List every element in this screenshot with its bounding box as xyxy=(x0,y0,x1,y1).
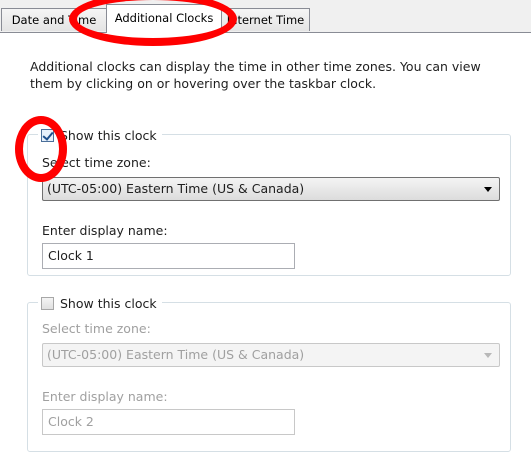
clock1-name-input[interactable]: Clock 1 xyxy=(42,243,295,269)
clock2-show-label: Show this clock xyxy=(60,295,157,311)
chevron-down-icon xyxy=(484,353,492,358)
clock1-group: Show this clock Select time zone: (UTC-0… xyxy=(27,125,511,276)
clock1-show-toggle[interactable]: Show this clock xyxy=(38,125,162,145)
clock2-show-toggle[interactable]: Show this clock xyxy=(38,293,162,313)
clock2-timezone-label: Select time zone: xyxy=(42,321,151,336)
description-text: Additional clocks can display the time i… xyxy=(30,59,481,91)
tab-date-and-time[interactable]: Date and Time xyxy=(1,8,107,31)
clock1-timezone-label: Select time zone: xyxy=(42,155,151,170)
chevron-down-icon xyxy=(484,187,492,192)
tab-strip: Date and Time Additional Clocks Internet… xyxy=(0,0,531,33)
clock1-name-label: Enter display name: xyxy=(42,223,168,238)
clock1-timezone-value: (UTC-05:00) Eastern Time (US & Canada) xyxy=(47,181,305,196)
clock2-timezone-value: (UTC-05:00) Eastern Time (US & Canada) xyxy=(47,347,305,362)
clock2-name-input[interactable]: Clock 2 xyxy=(42,409,295,435)
clock2-timezone-select[interactable]: (UTC-05:00) Eastern Time (US & Canada) xyxy=(42,343,500,367)
clock1-show-checkbox[interactable] xyxy=(41,128,54,142)
tab-additional-clocks[interactable]: Additional Clocks xyxy=(106,4,222,33)
clock2-name-label: Enter display name: xyxy=(42,389,168,404)
clock2-group: Show this clock Select time zone: (UTC-0… xyxy=(27,293,511,452)
clock1-timezone-select[interactable]: (UTC-05:00) Eastern Time (US & Canada) xyxy=(42,177,500,201)
tab-internet-time[interactable]: Internet Time xyxy=(221,8,310,31)
clock2-show-checkbox[interactable] xyxy=(41,296,54,310)
clock1-show-label: Show this clock xyxy=(60,127,157,143)
